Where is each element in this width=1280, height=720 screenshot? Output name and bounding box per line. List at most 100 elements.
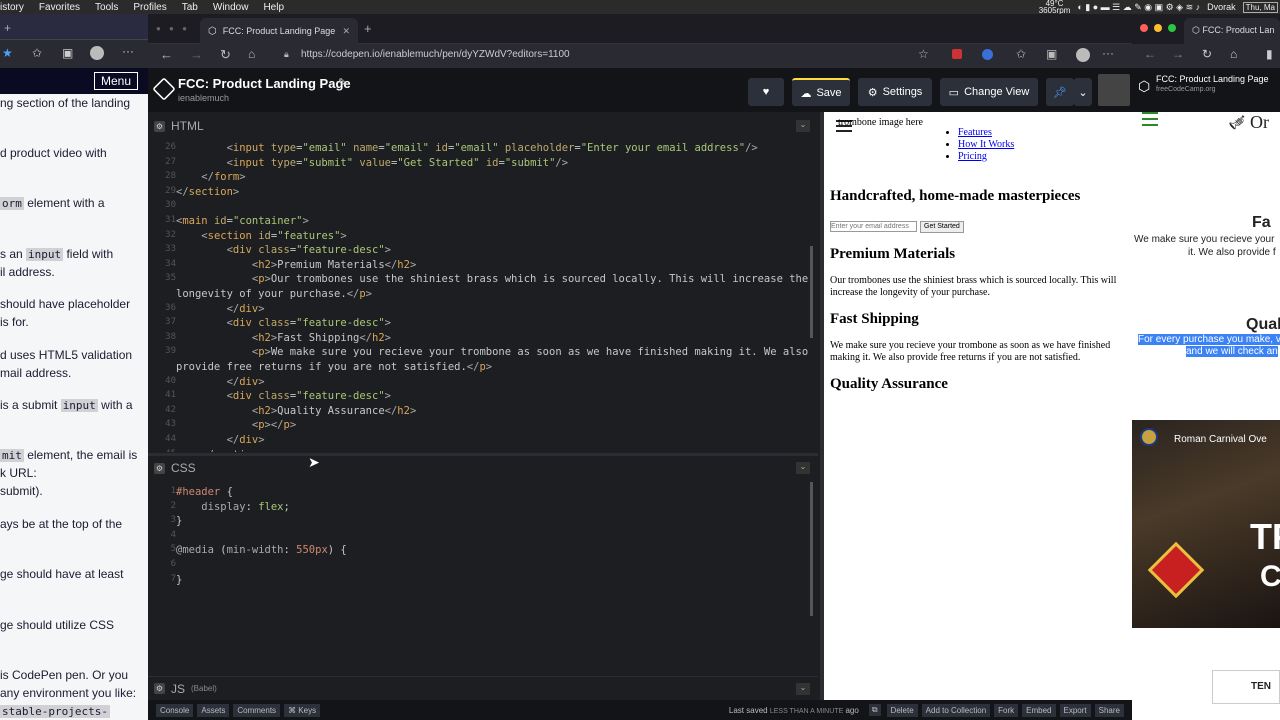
share-button[interactable]: Share	[1094, 703, 1124, 717]
css-scrollbar[interactable]	[810, 482, 813, 616]
preview-nav-link[interactable]: Pricing	[958, 151, 987, 162]
css-editor[interactable]: 1 #header {2 display: flex; 3} 4 5 @media (mi…	[148, 482, 816, 672]
new-tab-icon[interactable]: +	[4, 21, 11, 35]
code-line[interactable]: <div class="feature-desc">	[176, 317, 391, 329]
external-link-icon[interactable]: ⧉	[868, 704, 881, 716]
menu-button[interactable]: Menu	[93, 72, 138, 90]
console-button[interactable]: Console	[156, 703, 194, 717]
menubar-item[interactable]: Tab	[182, 2, 198, 13]
video-embed[interactable]: Roman Carnival Ove TF C	[1132, 420, 1280, 628]
code-line[interactable]: #header {	[176, 486, 233, 498]
code-line[interactable]: <section id="features">	[176, 230, 346, 242]
js-collapse-icon[interactable]: ⌄	[796, 682, 810, 695]
codepen-logo-icon[interactable]	[152, 77, 176, 101]
code-line[interactable]: </div>	[176, 376, 265, 388]
new-tab-icon[interactable]: +	[364, 21, 372, 36]
code-line[interactable]: <p>We make sure you recieve your trombon…	[176, 346, 808, 358]
code-line[interactable]: provide free returns if you are not sati…	[176, 361, 492, 373]
menubar-item[interactable]: Window	[213, 2, 249, 13]
comments-button[interactable]: Comments	[233, 703, 281, 717]
favorite-icon[interactable]: ☆	[918, 47, 929, 61]
code-line[interactable]: <input type="email" name="email" id="ema…	[176, 142, 758, 154]
add-to-collection-button[interactable]: Add to Collection	[921, 703, 991, 717]
code-line[interactable]: </div>	[176, 434, 265, 446]
forward-icon[interactable]: →	[190, 47, 203, 62]
pen-title[interactable]: FCC: Product Landing Page	[178, 76, 351, 91]
settings-button[interactable]: ⚙ Settings	[858, 78, 932, 106]
menubar-item[interactable]: Tools	[95, 2, 118, 13]
preview-submit-button[interactable]: Get Started	[920, 221, 964, 233]
preview-nav-link[interactable]: Features	[958, 127, 992, 138]
assets-button[interactable]: Assets	[197, 703, 230, 717]
pen-author[interactable]: ienablemuch	[178, 93, 229, 103]
html-pane-header[interactable]: ⚙ HTML ⌄	[148, 114, 818, 138]
code-line[interactable]: longevity of your purchase.</p>	[176, 288, 372, 300]
code-line[interactable]: <main id="container">	[176, 215, 309, 227]
more-icon[interactable]: ···	[122, 44, 134, 58]
collections-icon[interactable]: ▣	[1046, 47, 1057, 61]
save-button[interactable]: ☁ Save	[792, 78, 850, 106]
code-line[interactable]: <div class="feature-desc">	[176, 244, 391, 256]
back-icon[interactable]: ←	[160, 47, 173, 62]
extension-icon[interactable]	[952, 49, 962, 59]
keyboard-layout[interactable]: Dvorak	[1207, 2, 1236, 12]
reload-icon[interactable]: ↻	[1202, 47, 1212, 61]
delete-button[interactable]: Delete	[886, 703, 918, 717]
css-settings-icon[interactable]: ⚙	[154, 462, 165, 474]
fork-button[interactable]: Fork	[994, 703, 1019, 717]
code-line[interactable]: <div class="feature-desc">	[176, 390, 391, 402]
back-icon[interactable]: ←	[1144, 47, 1156, 61]
reading-list-icon[interactable]: ✩	[32, 46, 42, 60]
code-line[interactable]: <p>Our trombones use the shiniest brass …	[176, 273, 808, 285]
code-line[interactable]: <h2>Premium Materials</h2>	[176, 259, 416, 271]
close-tab-icon[interactable]: ✕	[342, 26, 350, 37]
date-clock[interactable]: Thu, Ma	[1242, 1, 1278, 13]
home-icon[interactable]: ⌂	[248, 47, 255, 61]
window-controls[interactable]: ● ● ●	[156, 24, 190, 33]
like-button[interactable]: ♥	[748, 78, 784, 106]
browser-tab[interactable]: ⬡ FCC: Product Landing Page ✕	[200, 18, 358, 44]
maximize-window-icon[interactable]	[1168, 24, 1176, 32]
html-scrollbar[interactable]	[810, 246, 813, 338]
embed-button[interactable]: Embed	[1022, 703, 1056, 717]
code-line[interactable]: display: flex;	[176, 501, 290, 513]
link[interactable]: is CodePen pen	[0, 668, 85, 682]
code-line[interactable]: </form>	[176, 171, 245, 183]
code-line[interactable]: }	[176, 515, 182, 527]
css-collapse-icon[interactable]: ⌄	[796, 462, 810, 474]
js-pane-header[interactable]: ⚙ JS (Babel) ⌄	[148, 676, 818, 700]
profile-icon[interactable]	[90, 46, 104, 60]
url-field[interactable]: https://codepen.io/ienablemuch/pen/dyYZW…	[301, 49, 570, 60]
code-line[interactable]: <p></p>	[176, 419, 296, 431]
close-window-icon[interactable]	[1140, 24, 1148, 32]
html-collapse-icon[interactable]: ⌄	[796, 120, 810, 132]
code-line[interactable]: }	[176, 574, 182, 586]
edit-title-icon[interactable]: ✎	[338, 76, 347, 89]
reload-icon[interactable]: ↻	[220, 47, 231, 63]
keys-button[interactable]: ⌘ Keys	[284, 703, 321, 717]
minimize-window-icon[interactable]	[1154, 24, 1162, 32]
profile-icon[interactable]	[1076, 48, 1090, 62]
more-icon[interactable]: ···	[1102, 46, 1114, 60]
html-editor[interactable]: 26 <input type="email" name="email" id="…	[148, 138, 816, 452]
forward-icon[interactable]: →	[1172, 47, 1184, 61]
css-pane-header[interactable]: ⚙ CSS ⌄	[148, 456, 818, 480]
green-hamburger-icon[interactable]	[1142, 112, 1158, 126]
preview-email-input[interactable]	[830, 221, 917, 232]
change-view-button[interactable]: ▭ Change View	[940, 78, 1038, 106]
codepen-logo-icon[interactable]: ⬡	[1138, 78, 1150, 95]
code-line[interactable]: @media (min-width: 550px) {	[176, 544, 347, 556]
code-line[interactable]: <h2>Fast Shipping</h2>	[176, 332, 391, 344]
pin-dropdown[interactable]: ⌄	[1074, 78, 1092, 106]
html-settings-icon[interactable]: ⚙	[154, 120, 165, 132]
code-line[interactable]: </div>	[176, 303, 265, 315]
favorites-bar-icon[interactable]: ✩	[1016, 47, 1026, 61]
menubar-item[interactable]: Profiles	[133, 2, 166, 13]
right-tab[interactable]: ⬡ FCC: Product Lan	[1184, 18, 1280, 44]
code-line[interactable]: <input type="submit" value="Get Started"…	[176, 157, 568, 169]
menubar-item[interactable]: Favorites	[39, 2, 80, 13]
extension2-icon[interactable]	[982, 49, 993, 60]
collections-icon[interactable]: ▣	[62, 46, 73, 60]
home-icon[interactable]: ⌂	[1230, 47, 1237, 61]
menubar-item[interactable]: Help	[263, 2, 284, 13]
